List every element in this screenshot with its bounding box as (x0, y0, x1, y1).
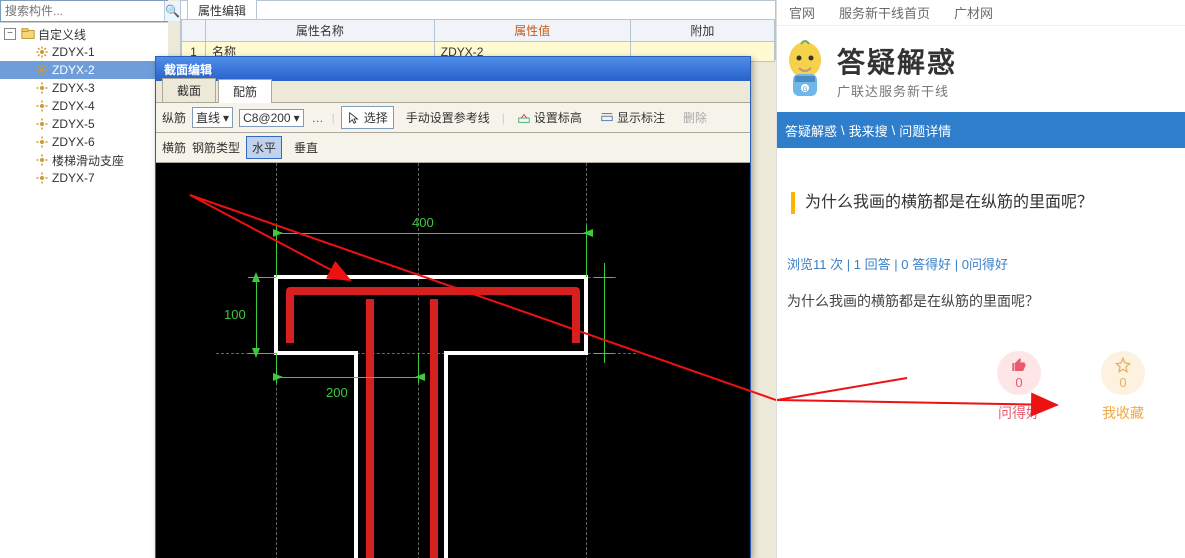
breadcrumb-item[interactable]: 我来搜 (849, 121, 888, 140)
col-name: 属性名称 (206, 20, 435, 42)
dimension-icon (600, 111, 614, 125)
gear-icon (35, 117, 49, 131)
favorite-action[interactable]: 0 我收藏 (1101, 351, 1145, 423)
breadcrumb-bar: 答疑解惑 \ 我来搜 \ 问题详情 (777, 112, 1185, 148)
nav-link-official[interactable]: 官网 (789, 3, 815, 22)
search-icon: 🔍 (165, 4, 180, 18)
chevron-down-icon: ▾ (223, 111, 229, 125)
svg-text:G: G (803, 87, 808, 93)
tree-item[interactable]: ZDYX-2 (0, 61, 168, 79)
folder-icon (21, 27, 35, 41)
dim-100: 100 (224, 307, 246, 322)
nav-link-service[interactable]: 服务新干线首页 (839, 3, 930, 22)
rebar-toolbar-1: 纵筋 直线▾ C8@200▾ … | 选择 手动设置参考线 | 设置标高 显示标… (156, 103, 750, 133)
tree-item[interactable]: ZDYX-7 (0, 169, 168, 187)
question-title: 为什么我画的横筋都是在纵筋的里面呢？ (791, 192, 1175, 214)
star-badge: 0 (1101, 351, 1145, 395)
tree-item[interactable]: ZDYX-5 (0, 115, 168, 133)
thumb-up-badge: 0 (997, 351, 1041, 395)
search-button[interactable]: 🔍 (164, 1, 180, 21)
tree-item-label: ZDYX-7 (52, 171, 95, 185)
good-question-label: 问得好 (998, 403, 1040, 423)
question-meta: 浏览11 次 | 1 回答 | 0 答得好 | 0问得好 (787, 254, 1175, 273)
rebar-type-label: 钢筋类型 (192, 139, 240, 156)
more-button[interactable]: … (310, 111, 326, 125)
tree-item-label: ZDYX-3 (52, 81, 95, 95)
favorite-label: 我收藏 (1102, 403, 1144, 423)
good-question-action[interactable]: 0 问得好 (997, 351, 1041, 423)
breadcrumb-sep: \ (892, 123, 896, 138)
brand-title: 答疑解惑 (837, 41, 957, 81)
rebar-spec-input[interactable]: C8@200▾ (239, 109, 304, 127)
vertical-button[interactable]: 垂直 (288, 136, 324, 159)
property-editor: 属性编辑 属性名称 属性值 附加 1 名称 ZDYX-2 (180, 0, 776, 60)
breadcrumb-item[interactable]: 答疑解惑 (785, 121, 837, 140)
breadcrumb-item[interactable]: 问题详情 (899, 121, 951, 140)
gear-icon (35, 81, 49, 95)
tree-item-label: 楼梯滑动支座 (52, 152, 124, 169)
section-tabs: 截面 配筋 (156, 81, 750, 103)
tree-item[interactable]: ZDYX-6 (0, 133, 168, 151)
show-dimensions-button[interactable]: 显示标注 (594, 106, 671, 129)
window-titlebar[interactable]: 截面编辑 (156, 57, 750, 81)
component-search: 🔍 (0, 0, 168, 22)
component-tree: − 自定义线 ZDYX-1 ZDYX-2 ZDYX-3 ZDYX-4 ZDYX-… (0, 22, 168, 558)
tree-item-label: ZDYX-2 (52, 63, 95, 77)
breadcrumb-sep: \ (841, 123, 845, 138)
rebar-toolbar-2: 横筋 钢筋类型 水平 垂直 (156, 133, 750, 163)
horizontal-button[interactable]: 水平 (246, 136, 282, 159)
tree-item[interactable]: ZDYX-3 (0, 79, 168, 97)
gear-icon (35, 135, 49, 149)
tree-item[interactable]: ZDYX-4 (0, 97, 168, 115)
longitudinal-label: 纵筋 (162, 109, 186, 126)
good-question-count: 0 (1015, 375, 1022, 390)
set-elevation-button[interactable]: 设置标高 (511, 106, 588, 129)
search-input[interactable] (1, 1, 164, 21)
collapse-icon[interactable]: − (4, 28, 16, 40)
mascot-icon: G (781, 38, 829, 102)
gear-icon (35, 171, 49, 185)
tree-root[interactable]: − 自定义线 (0, 25, 168, 43)
delete-button: 删除 (677, 106, 713, 129)
gear-icon (35, 153, 49, 167)
elevation-icon (517, 111, 531, 125)
select-tool-button[interactable]: 选择 (341, 106, 394, 129)
favorite-count: 0 (1119, 375, 1126, 390)
tree-item-label: ZDYX-5 (52, 117, 95, 131)
thumb-up-icon (1011, 357, 1027, 375)
gear-icon (35, 99, 49, 113)
brand-header: G 答疑解惑 广联达服务新干线 (777, 26, 1185, 112)
window-title: 截面编辑 (164, 61, 212, 78)
section-canvas[interactable]: 400 100 200 (156, 163, 750, 558)
cursor-icon (347, 111, 361, 125)
star-icon (1115, 357, 1131, 375)
gear-icon (35, 63, 49, 77)
dim-400: 400 (412, 215, 434, 230)
dim-200: 200 (326, 385, 348, 400)
tree-root-label: 自定义线 (38, 26, 86, 43)
section-editor-window: 截面编辑 截面 配筋 纵筋 直线▾ C8@200▾ … | 选择 手动设置参考线… (155, 56, 751, 558)
transverse-label: 横筋 (162, 139, 186, 156)
tree-item[interactable]: 楼梯滑动支座 (0, 151, 168, 169)
col-extra: 附加 (630, 20, 774, 42)
chevron-down-icon: ▾ (294, 111, 300, 125)
nav-link-guangcai[interactable]: 广材网 (954, 3, 993, 22)
qa-web-panel: 官网 服务新干线首页 广材网 G 答疑解惑 广联达服务新干线 答疑解惑 \ 我来… (776, 0, 1185, 558)
gear-icon (35, 45, 49, 59)
tab-rebar[interactable]: 配筋 (218, 79, 272, 103)
question-actions: 0 问得好 0 我收藏 (997, 351, 1185, 423)
tree-item-label: ZDYX-6 (52, 135, 95, 149)
col-value: 属性值 (434, 20, 630, 42)
tree-item-label: ZDYX-1 (52, 45, 95, 59)
tab-section[interactable]: 截面 (162, 78, 216, 102)
question-body: 为什么我画的横筋都是在纵筋的里面呢？ (787, 291, 1175, 311)
tree-item-label: ZDYX-4 (52, 99, 95, 113)
manual-refline-button[interactable]: 手动设置参考线 (400, 106, 496, 129)
line-type-select[interactable]: 直线▾ (192, 107, 233, 128)
web-rebar (156, 163, 750, 558)
cad-app: 🔍 − 自定义线 ZDYX-1 ZDYX-2 ZDYX-3 ZDYX-4 ZDY… (0, 0, 776, 558)
brand-subtitle: 广联达服务新干线 (837, 81, 957, 100)
top-nav: 官网 服务新干线首页 广材网 (777, 0, 1185, 26)
tree-item[interactable]: ZDYX-1 (0, 43, 168, 61)
